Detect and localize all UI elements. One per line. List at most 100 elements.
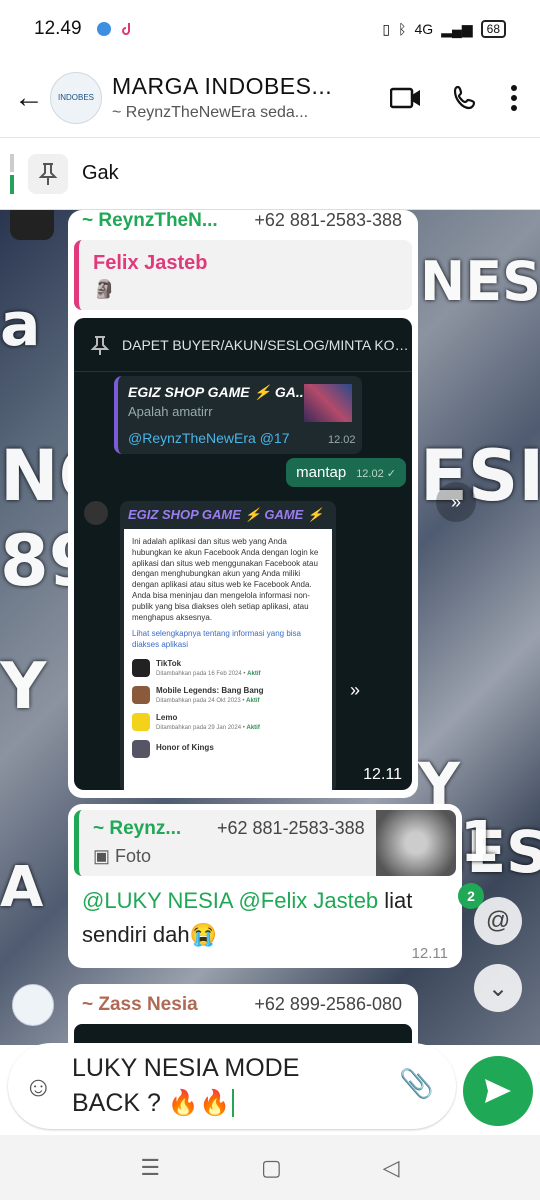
photo-icon: ▣	[93, 846, 116, 866]
scroll-down-icon[interactable]: ⌄	[474, 964, 522, 1012]
group-title: MARGA INDOBES...	[112, 73, 333, 99]
message-text: @LUKY NESIA @Felix Jasteb liat sendiri d…	[82, 884, 442, 952]
input-line: LUKY NESIA MODE	[72, 1054, 300, 1082]
quoted-thumbnail	[376, 810, 456, 876]
shot-avatar	[84, 501, 108, 525]
app-status: Aktif	[246, 697, 260, 704]
typing-status: ~ ReynzTheNewEra seda...	[112, 104, 309, 121]
more-options-icon[interactable]	[510, 84, 518, 112]
battery-indicator: 68	[480, 20, 506, 38]
app-date: Ditambahkan pada 16 Feb 2024 •	[156, 670, 246, 677]
attach-icon[interactable]: 📎	[399, 1067, 434, 1100]
bluetooth-icon: ᛒ	[398, 21, 407, 37]
app-notification-icon	[96, 22, 111, 36]
group-avatar[interactable]: INDOBES	[50, 71, 102, 124]
quoted-photo[interactable]: ~ Reynz... +62 881-2583-388 ▣ Foto	[74, 810, 456, 876]
shot-fb-card: Ini adalah aplikasi dan situs web yang A…	[124, 529, 332, 790]
chat-area[interactable]: NESIA ESIA NO 89 a Y N Y NES A 1 ~ Reynz…	[0, 210, 540, 1045]
shot-reply: mantap 12.02 ✓	[286, 458, 406, 487]
message-text-part: liat	[378, 888, 413, 913]
network-type: 4G	[414, 21, 434, 37]
shot-card-text: Ini adalah aplikasi dan situs web yang A…	[132, 537, 319, 622]
video-call-icon[interactable]	[390, 86, 422, 110]
send-button[interactable]	[463, 1056, 533, 1126]
quoted-message[interactable]: Felix Jasteb 🗿	[74, 240, 412, 310]
status-time: 12.49	[34, 18, 82, 39]
shot-app-row: Lemo Ditambahkan pada 29 Jan 2024 • Aktif	[132, 713, 324, 732]
shot-app-row: TikTok Ditambahkan pada 16 Feb 2024 • Akt…	[132, 659, 324, 678]
app-name: TikTok	[156, 658, 182, 668]
emoji-icon[interactable]: ☺	[24, 1071, 53, 1103]
pinned-text: Gak	[82, 162, 119, 184]
shot-reply-text: mantap	[296, 464, 347, 481]
message-bubble[interactable]: ~ Reynz... +62 881-2583-388 ▣ Foto @LUKY…	[68, 804, 462, 968]
wallpaper-text: NESIA	[420, 250, 540, 313]
input-text[interactable]: LUKY NESIA MODE BACK ? 🔥🔥	[72, 1051, 392, 1121]
app-name: Honor of Kings	[156, 743, 214, 753]
quoted-text: 🗿	[93, 279, 116, 299]
image-time: 12.11	[363, 766, 402, 783]
status-right: ▯ ᛒ 4G ▂▄▆ 68	[382, 20, 506, 38]
send-icon	[485, 1079, 511, 1103]
shot-time: 12.02	[328, 434, 356, 446]
sender-phone: +62 899-2586-080	[254, 994, 402, 1014]
status-app-icons	[96, 21, 136, 37]
forward-icon: »	[350, 680, 361, 700]
shot-reply-time: 12.02 ✓	[356, 468, 396, 480]
wallpaper-text: 1	[460, 810, 499, 875]
shot-quote-thumb	[304, 384, 352, 422]
app-name: Mobile Legends: Bang Bang	[156, 685, 264, 695]
app-date: Ditambahkan pada 29 Jan 2024 •	[156, 724, 245, 731]
quoted-sender: ~ Reynz...	[93, 818, 182, 839]
vibrate-icon: ▯	[382, 20, 391, 37]
recents-icon[interactable]: ☰	[140, 1155, 160, 1181]
app-date: Ditambahkan pada 24 Okt 2023 •	[156, 697, 245, 704]
shot-pinned-bar: DAPET BUYER/AKUN/SESLOG/MINTA KODE...	[74, 318, 412, 372]
voice-call-icon[interactable]	[452, 84, 480, 112]
signal-icon: ▂▄▆	[441, 20, 473, 37]
group-info[interactable]: MARGA INDOBES... ~ ReynzTheNewEra seda..…	[112, 73, 342, 122]
pinned-message-bar[interactable]: Gak	[0, 138, 540, 210]
mlbb-icon	[132, 686, 150, 705]
pin-icon	[90, 335, 110, 355]
quoted-type-label: Foto	[115, 846, 152, 866]
chat-header: ← INDOBES MARGA INDOBES... ~ ReynzTheNew…	[0, 58, 540, 138]
shot-app-row: Mobile Legends: Bang Bang Ditambahkan pad…	[132, 686, 324, 705]
app-status: Aktif	[247, 670, 261, 677]
app-name: Lemo	[156, 712, 178, 722]
quoted-phone: +62 881-2583-388	[217, 818, 365, 838]
sender-name[interactable]: ~ Zass Nesia	[82, 994, 198, 1016]
message-text-part: sendiri dah😭	[82, 922, 218, 947]
sender-avatar[interactable]	[12, 984, 54, 1026]
system-nav-bar: ☰ ▢ ◁	[0, 1135, 540, 1200]
compose-bar: ☺ LUKY NESIA MODE BACK ? 🔥🔥 📎	[0, 1040, 540, 1135]
input-line: BACK ? 🔥🔥	[72, 1089, 231, 1117]
pin-icon	[28, 153, 68, 194]
tiktok-icon	[132, 659, 150, 678]
shot-app-row: Honor of Kings	[132, 739, 324, 758]
shot-egiz-title: EGIZ SHOP GAME ⚡ GAME ⚡	[128, 507, 324, 522]
mention[interactable]: @LUKY NESIA	[82, 888, 232, 913]
shot-mention: @ReynzTheNewEra @17	[128, 430, 290, 446]
lemo-icon	[132, 713, 150, 732]
message-bubble[interactable]: ~ Zass Nesia +62 899-2586-080	[68, 984, 418, 1045]
forward-button-icon[interactable]: »	[436, 482, 476, 522]
sender-name[interactable]: ~ ReynzTheN...	[82, 210, 232, 232]
shot-card-link: Lihat selengkapnya tentang informasi yan…	[132, 629, 301, 650]
message-input[interactable]: ☺ LUKY NESIA MODE BACK ? 🔥🔥 📎	[8, 1043, 456, 1129]
hok-icon	[132, 739, 150, 758]
message-bubble[interactable]: ~ ReynzTheN... +62 881-2583-388 Felix Ja…	[68, 210, 418, 798]
shot-egiz-message: EGIZ SHOP GAME ⚡ GAME ⚡ Ini adalah aplik…	[120, 501, 336, 790]
sender-avatar[interactable]	[10, 210, 54, 240]
mention[interactable]: @Felix Jasteb	[238, 888, 378, 913]
back-arrow-icon[interactable]: ←	[0, 81, 50, 115]
quoted-type: ▣ Foto	[93, 846, 151, 867]
sender-phone: +62 881-2583-388	[254, 210, 402, 230]
screenshot-image[interactable]: DAPET BUYER/AKUN/SESLOG/MINTA KODE... EG…	[74, 318, 412, 790]
home-icon[interactable]: ▢	[261, 1155, 282, 1181]
back-nav-icon[interactable]: ◁	[383, 1155, 400, 1181]
mention-jump-icon[interactable]: @	[474, 897, 522, 945]
wallpaper-text: a	[0, 290, 41, 360]
status-bar: 12.49 ▯ ᛒ 4G ▂▄▆ 68	[0, 0, 540, 58]
quoted-sender: Felix Jasteb	[93, 252, 208, 274]
